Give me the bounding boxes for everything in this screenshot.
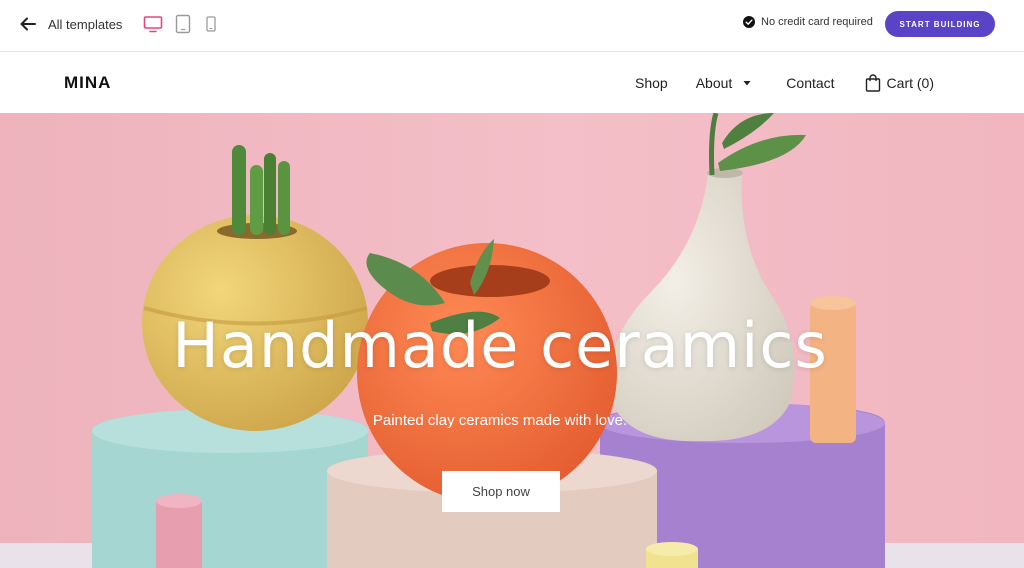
shop-now-button[interactable]: Shop now — [442, 471, 560, 512]
nav-shop[interactable]: Shop — [635, 75, 668, 91]
all-templates-label: All templates — [48, 16, 123, 32]
device-switcher — [143, 12, 217, 36]
mobile-icon — [206, 16, 216, 32]
shopping-bag-icon — [865, 74, 880, 92]
cart-label: Cart (0) — [886, 75, 934, 91]
caret-down-icon — [743, 81, 751, 86]
desktop-icon — [143, 16, 163, 33]
tablet-preview-button[interactable] — [175, 14, 191, 34]
start-building-button[interactable]: START BUILDING — [885, 11, 995, 37]
tablet-icon — [175, 14, 191, 34]
mobile-preview-button[interactable] — [205, 14, 217, 34]
nav-cart[interactable]: Cart (0) — [865, 74, 934, 92]
nav-about-label: About — [695, 75, 733, 91]
hero-section: Handmade ceramics Painted clay ceramics … — [0, 113, 1024, 568]
editor-toolbar: All templates No credit card required ST… — [0, 0, 1024, 52]
hero-subtitle: Painted clay ceramics made with love. — [372, 412, 628, 429]
nav-about[interactable]: About — [696, 75, 753, 91]
site-header: MINA Shop About Contact Cart (0) — [0, 53, 1024, 113]
no-credit-card-text: No credit card required — [761, 16, 873, 28]
desktop-preview-button[interactable] — [143, 14, 163, 34]
check-circle-icon — [743, 16, 755, 28]
arrow-left-icon — [20, 17, 36, 31]
no-credit-card-notice: No credit card required — [743, 16, 873, 28]
site-nav: Shop About Contact Cart (0) — [635, 73, 934, 93]
site-logo[interactable]: MINA — [64, 73, 111, 93]
nav-contact[interactable]: Contact — [786, 75, 834, 91]
all-templates-link[interactable]: All templates — [18, 12, 122, 36]
hero-title: Handmade ceramics — [172, 309, 828, 382]
